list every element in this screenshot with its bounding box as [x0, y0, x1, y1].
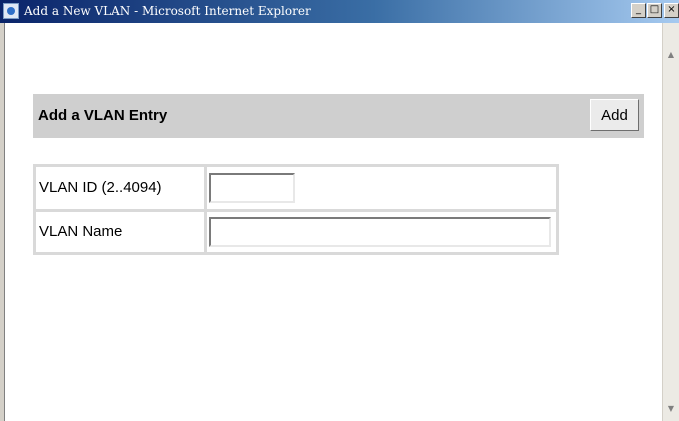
internet-explorer-icon[interactable]: [3, 3, 19, 19]
close-button[interactable]: ×: [664, 3, 679, 18]
section-header: Add a VLAN Entry Add: [33, 94, 644, 138]
window-title-bar[interactable]: Add a New VLAN - Microsoft Internet Expl…: [0, 0, 679, 23]
vlan-entry-form: VLAN ID (2..4094) VLAN Name: [33, 164, 559, 255]
vlan-id-label: VLAN ID (2..4094): [39, 179, 162, 196]
vlan-name-label: VLAN Name: [39, 223, 123, 240]
add-button[interactable]: Add: [590, 99, 639, 131]
section-title: Add a VLAN Entry: [38, 107, 168, 124]
maximize-button[interactable]: □: [647, 3, 662, 18]
vertical-scrollbar[interactable]: ▲ ▼: [662, 23, 679, 421]
window-title: Add a New VLAN - Microsoft Internet Expl…: [24, 4, 311, 18]
vlan-id-label-cell: VLAN ID (2..4094): [36, 167, 204, 209]
vlan-name-label-cell: VLAN Name: [36, 212, 204, 252]
minimize-button[interactable]: _: [631, 3, 646, 18]
vlan-name-input-cell: [207, 212, 556, 252]
vlan-name-input[interactable]: [209, 217, 551, 247]
scroll-up-arrow-icon[interactable]: ▲: [665, 49, 677, 61]
window-frame-left: [0, 23, 5, 421]
vlan-id-input[interactable]: [209, 173, 295, 203]
vlan-id-input-cell: [207, 167, 556, 209]
scroll-down-arrow-icon[interactable]: ▼: [665, 403, 677, 415]
